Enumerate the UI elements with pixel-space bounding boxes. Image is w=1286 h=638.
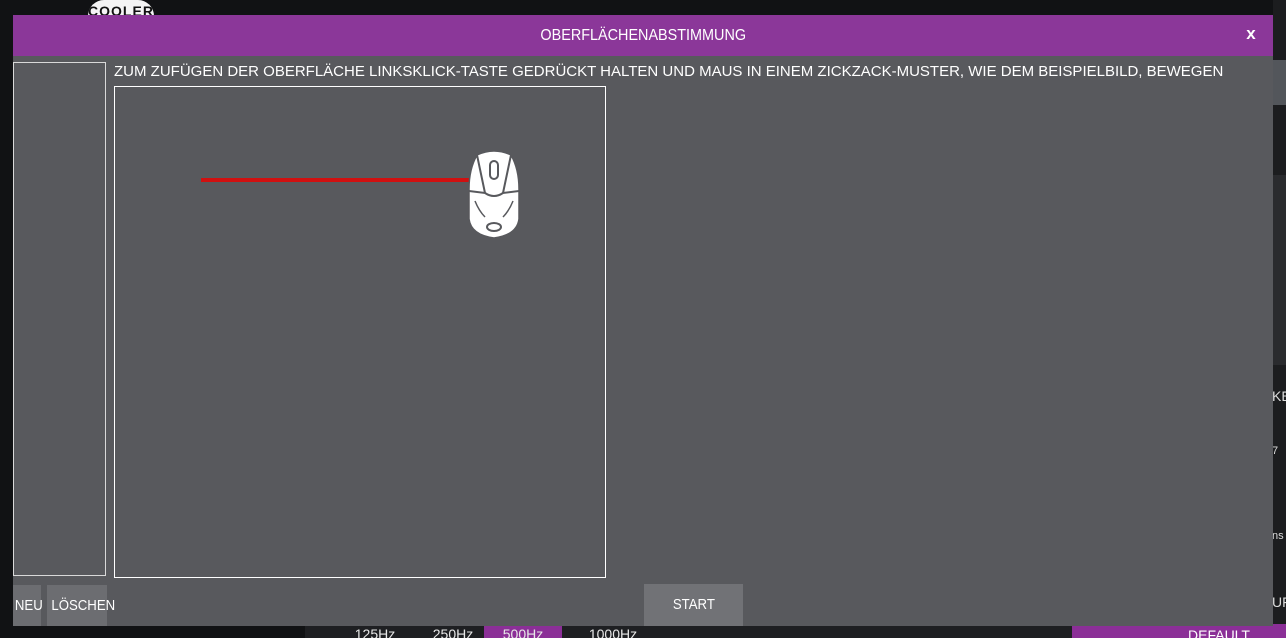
surface-profile-list[interactable]	[13, 62, 106, 576]
new-button[interactable]: NEU	[13, 585, 43, 626]
background-mouse-image	[1273, 175, 1286, 365]
mouse-trace-line	[201, 178, 474, 182]
background-right-strip	[1273, 60, 1286, 105]
background-text-fragment: ns	[1272, 530, 1284, 542]
dialog-title: OBERFLÄCHENABSTIMMUNG	[540, 26, 746, 44]
start-button[interactable]: START	[644, 584, 743, 626]
background-polling-bar	[305, 624, 1075, 638]
instructions-text: ZUM ZUFÜGEN DER OBERFLÄCHE LINKSKLICK-TA…	[114, 63, 1224, 80]
default-surface-button[interactable]: DEFAULT SURF	[1072, 624, 1286, 638]
background-text-fragment: 7	[1272, 445, 1279, 457]
polling-rate-1000[interactable]: 1000Hz	[584, 624, 642, 638]
background-text-fragment: UF	[1272, 594, 1286, 610]
mouse-icon	[468, 150, 520, 239]
dialog-titlebar: OBERFLÄCHENABSTIMMUNG x	[13, 15, 1273, 56]
close-icon[interactable]: x	[1242, 24, 1260, 44]
tracking-canvas[interactable]	[114, 86, 606, 578]
polling-rate-500[interactable]: 500Hz	[484, 624, 562, 638]
polling-rate-125[interactable]: 125Hz	[346, 624, 404, 638]
background-text-fragment: KE	[1272, 388, 1286, 404]
polling-rate-250[interactable]: 250Hz	[424, 624, 482, 638]
surface-tuning-dialog: OBERFLÄCHENABSTIMMUNG x ZUM ZUFÜGEN DER …	[13, 15, 1273, 626]
cooler-master-logo: COOLER	[88, 0, 154, 16]
delete-button[interactable]: LÖSCHEN	[47, 585, 115, 626]
